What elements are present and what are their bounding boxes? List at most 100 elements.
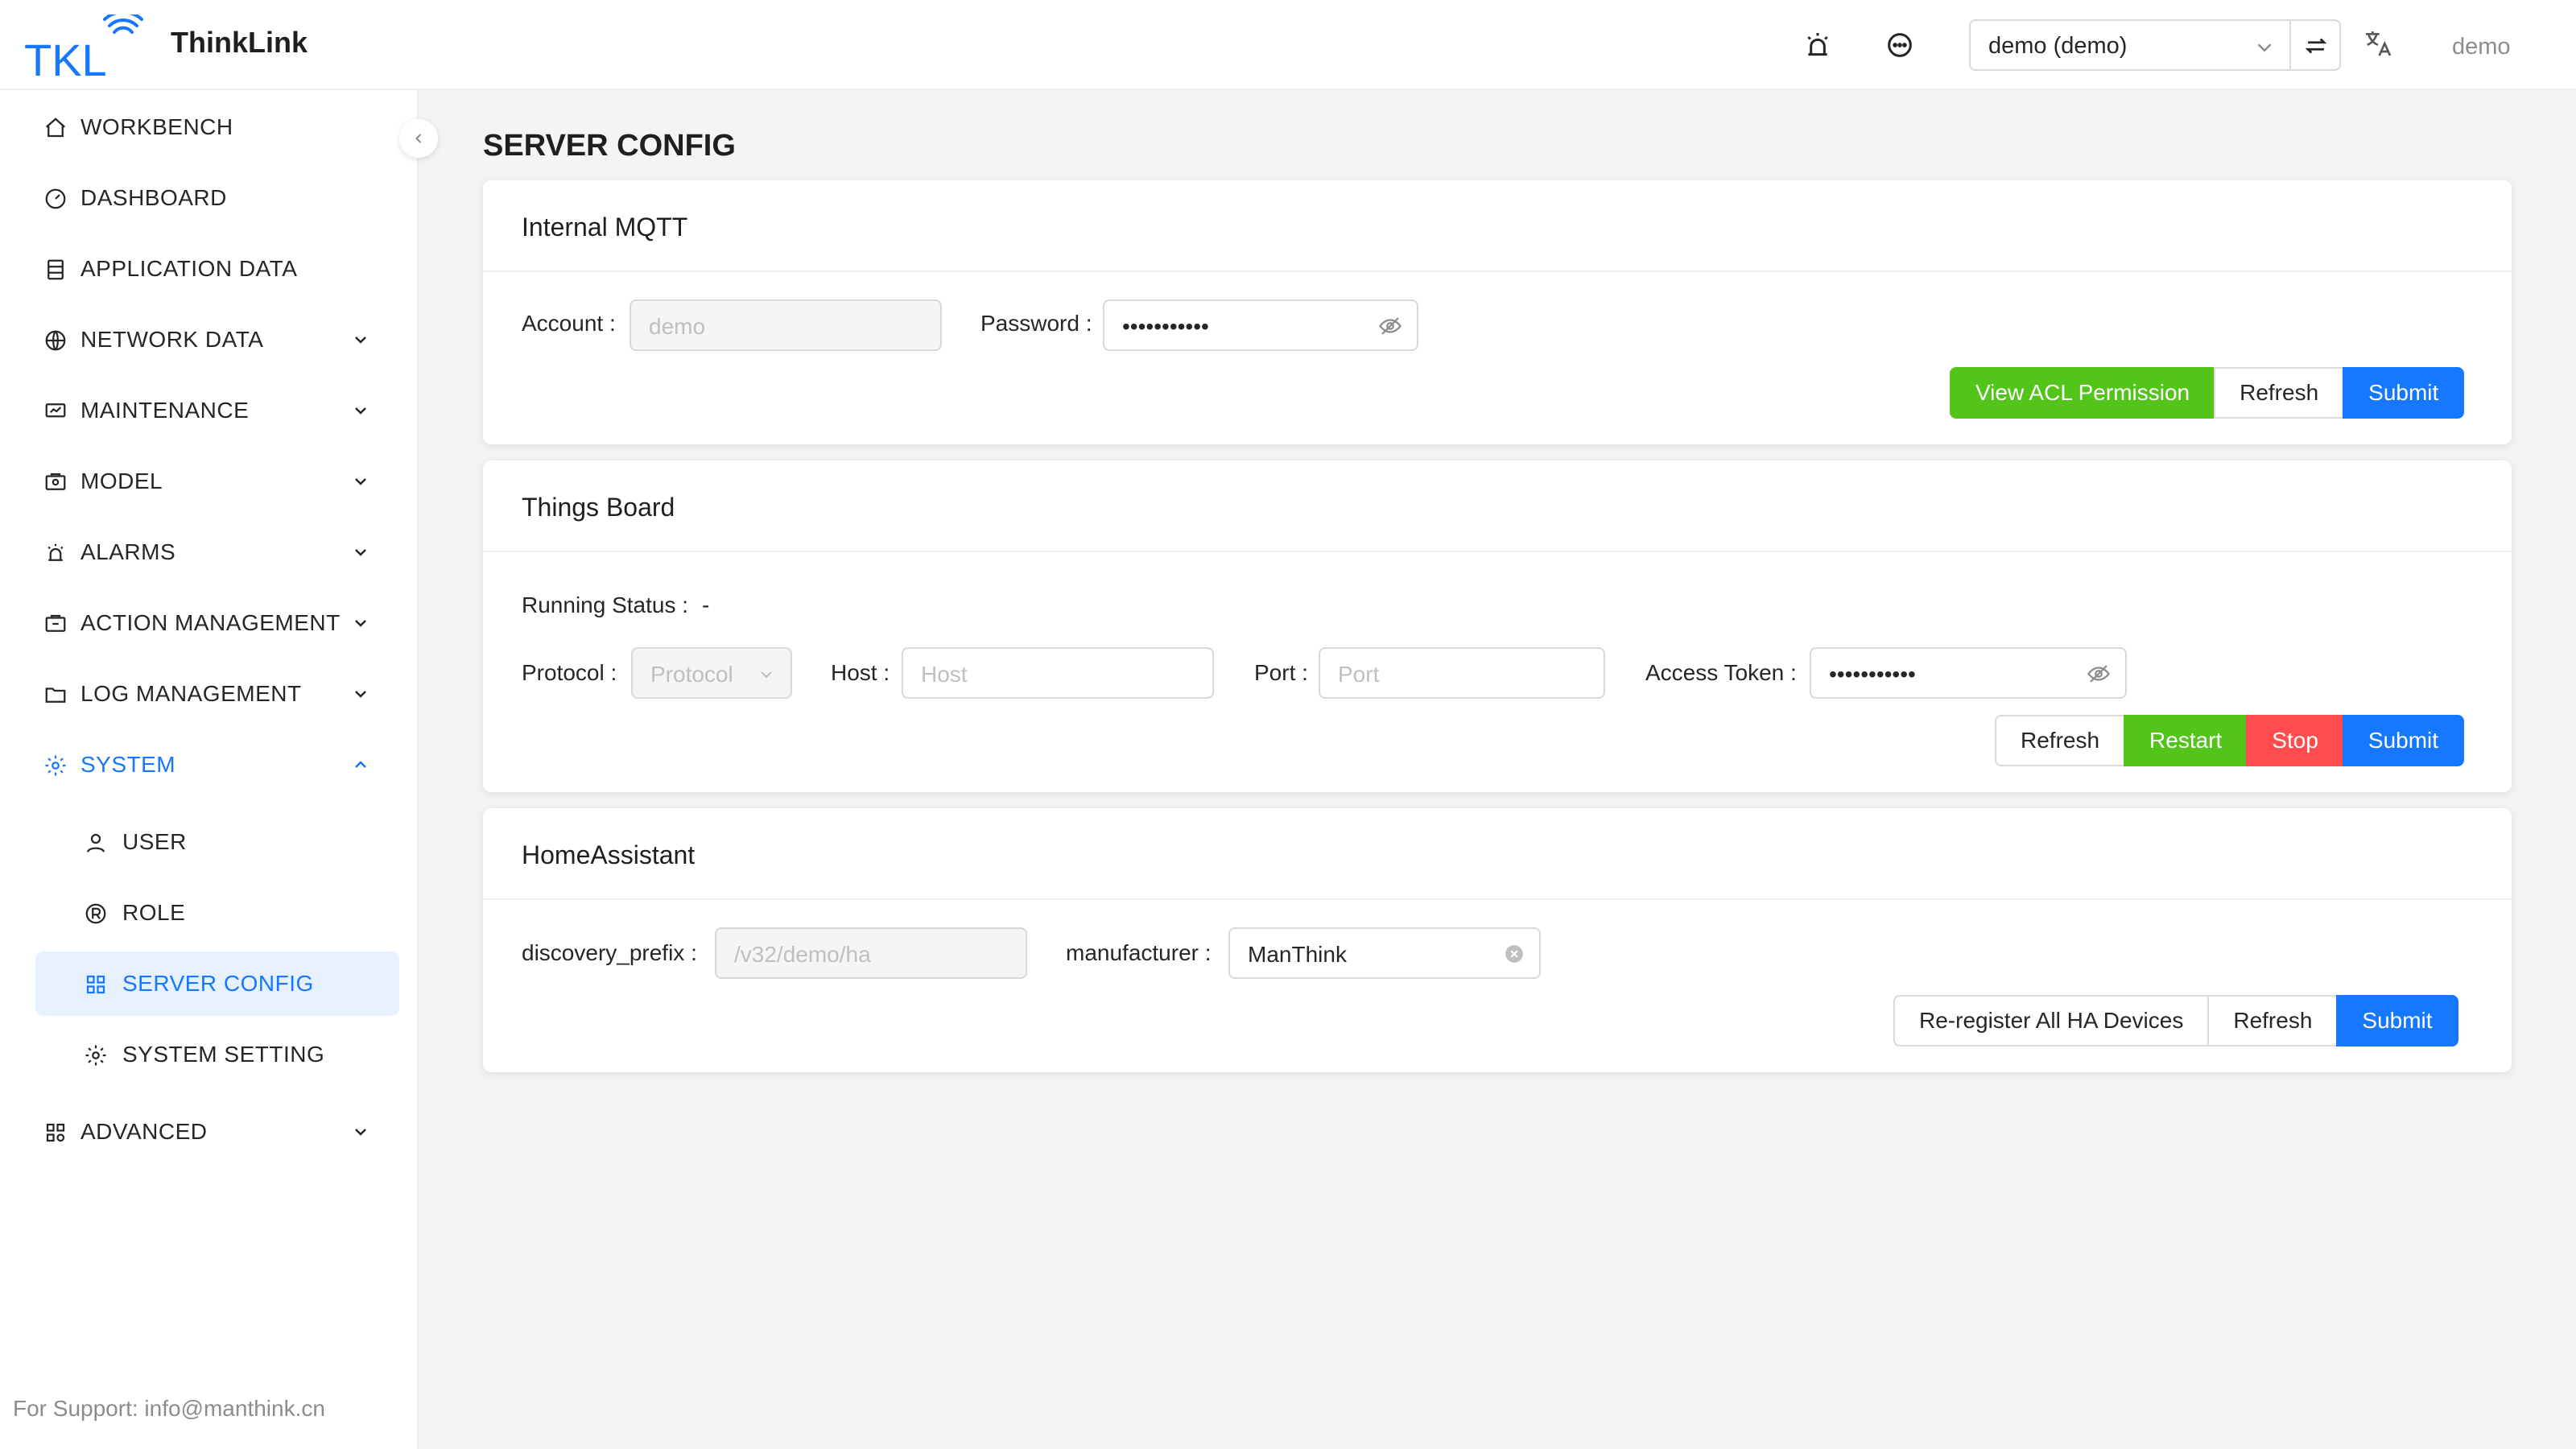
sidebar-item-log-management[interactable]: LOG MANAGEMENT (35, 662, 399, 726)
sidebar-item-action-management[interactable]: ACTION MANAGEMENT (35, 591, 399, 655)
refresh-button[interactable]: Refresh (2207, 995, 2339, 1046)
tenant-select-value: demo (demo) (1988, 33, 2128, 59)
sidebar-item-model[interactable]: MODEL (35, 449, 399, 514)
sidebar-item-advanced[interactable]: ADVANCED (35, 1100, 399, 1164)
tenant-select[interactable]: demo (demo) (1969, 19, 2341, 71)
eye-invisible-icon[interactable] (1378, 314, 1402, 338)
running-status-label: Running Status : (522, 592, 689, 617)
restart-button[interactable]: Restart (2124, 715, 2248, 766)
access-token-input[interactable]: ••••••••••• (1810, 647, 2127, 699)
submit-button[interactable]: Submit (2336, 995, 2458, 1046)
gear-icon (45, 755, 66, 776)
top-header: TKL ThinkLink demo (demo) demo (0, 0, 2576, 90)
port-placeholder: Port (1338, 662, 1380, 687)
sidebar-item-user[interactable]: USER (35, 810, 399, 874)
manufacturer-input[interactable]: ManThink (1228, 927, 1541, 979)
sidebar-item-maintenance[interactable]: MAINTENANCE (35, 378, 399, 443)
sidebar-item-workbench[interactable]: WORKBENCH (35, 95, 399, 159)
grid-icon (86, 975, 105, 994)
submit-button[interactable]: Submit (2342, 715, 2465, 766)
chevron-left-icon (415, 134, 422, 143)
alarm-icon[interactable] (1802, 29, 1834, 61)
user-name[interactable]: demo (2452, 34, 2511, 60)
sidebar-item-label: NETWORK DATA (80, 327, 264, 352)
card-title: Internal MQTT (522, 213, 688, 242)
password-label: Password : (980, 311, 1092, 336)
sidebar-item-label: ROLE (122, 900, 186, 925)
sidebar-item-label: SYSTEM SETTING (122, 1042, 325, 1067)
switch-icon[interactable] (2302, 32, 2330, 60)
sidebar-item-network-data[interactable]: NETWORK DATA (35, 308, 399, 372)
sidebar-item-application-data[interactable]: APPLICATION DATA (35, 237, 399, 301)
sidebar-item-label: LOG MANAGEMENT (80, 681, 302, 706)
globe-icon (45, 330, 66, 351)
internal-mqtt-card: Internal MQTT Account : demo Password : … (483, 180, 2512, 444)
mqtt-actions: View ACL Permission Refresh Submit (1950, 367, 2465, 419)
clear-icon[interactable] (1504, 943, 1525, 964)
discovery-prefix-input[interactable]: /v32/demo/ha (715, 927, 1027, 979)
reregister-ha-devices-button[interactable]: Re-register All HA Devices (1893, 995, 2210, 1046)
sidebar-item-role[interactable]: ROLE (35, 881, 399, 945)
host-placeholder: Host (921, 662, 968, 687)
port-label: Port : (1254, 660, 1308, 685)
sidebar-item-label: MODEL (80, 469, 163, 493)
brand-name: ThinkLink (171, 26, 308, 59)
chevron-down-icon (355, 478, 366, 485)
model-icon (45, 473, 66, 490)
sidebar-item-label: SYSTEM (80, 752, 176, 777)
sidebar-item-server-config[interactable]: SERVER CONFIG (35, 952, 399, 1016)
access-token-value: ••••••••••• (1829, 662, 1916, 687)
svg-text:TKL: TKL (24, 35, 107, 79)
page-title: SERVER CONFIG (483, 129, 736, 163)
protocol-select[interactable]: Protocol (631, 647, 792, 699)
stop-button[interactable]: Stop (2246, 715, 2344, 766)
chevron-down-icon (355, 620, 366, 627)
refresh-button[interactable]: Refresh (1995, 715, 2126, 766)
host-label: Host : (831, 660, 890, 685)
sidebar-item-label: SERVER CONFIG (122, 971, 314, 996)
database-icon (47, 259, 64, 280)
account-label: Account : (522, 311, 616, 336)
translate-icon[interactable] (2362, 27, 2394, 60)
thingsboard-actions: Refresh Restart Stop Submit (1995, 715, 2465, 766)
sidebar-item-label: DASHBOARD (80, 185, 227, 210)
refresh-button[interactable]: Refresh (2214, 367, 2345, 419)
running-status-value: - (702, 592, 710, 617)
discovery-prefix-label: discovery_prefix : (522, 940, 697, 965)
message-icon[interactable] (1884, 29, 1916, 61)
sidebar-item-label: MAINTENANCE (80, 398, 250, 423)
card-title: Things Board (522, 493, 675, 522)
chevron-down-icon (355, 407, 366, 415)
sidebar-item-label: ALARMS (80, 539, 176, 564)
port-input[interactable]: Port (1319, 647, 1605, 699)
view-acl-permission-button[interactable]: View ACL Permission (1950, 367, 2216, 419)
sidebar-item-label: WORKBENCH (80, 114, 233, 139)
sidebar-item-system[interactable]: SYSTEM (35, 733, 399, 797)
eye-invisible-icon[interactable] (2087, 662, 2111, 686)
protocol-label: Protocol : (522, 660, 617, 685)
things-board-card: Things Board Running Status : - Protocol… (483, 460, 2512, 792)
password-value: ••••••••••• (1122, 314, 1209, 339)
account-input[interactable]: demo (630, 299, 942, 351)
chevron-down-icon (761, 671, 772, 679)
manufacturer-label: manufacturer : (1066, 940, 1212, 965)
card-header: Things Board (483, 460, 2512, 552)
card-header: HomeAssistant (483, 808, 2512, 900)
sidebar-item-dashboard[interactable]: DASHBOARD (35, 166, 399, 230)
sidebar-item-label: ADVANCED (80, 1119, 208, 1144)
support-contact: For Support: info@manthink.cn (13, 1396, 325, 1421)
homeassistant-actions: Re-register All HA Devices Refresh Submi… (1893, 995, 2458, 1046)
alarm-icon (47, 543, 64, 561)
chevron-down-icon (355, 549, 366, 556)
home-icon (46, 118, 65, 138)
collapse-sidebar-button[interactable] (399, 119, 438, 158)
password-input[interactable]: ••••••••••• (1103, 299, 1418, 351)
sidebar-item-label: ACTION MANAGEMENT (80, 610, 341, 635)
submit-button[interactable]: Submit (2343, 367, 2465, 419)
chevron-down-icon (2257, 43, 2272, 52)
host-input[interactable]: Host (902, 647, 1214, 699)
sidebar-item-label: APPLICATION DATA (80, 256, 298, 281)
sidebar-item-system-setting[interactable]: SYSTEM SETTING (35, 1022, 399, 1087)
sidebar-item-alarms[interactable]: ALARMS (35, 520, 399, 584)
thinklink-logo[interactable]: TKL (24, 14, 145, 79)
